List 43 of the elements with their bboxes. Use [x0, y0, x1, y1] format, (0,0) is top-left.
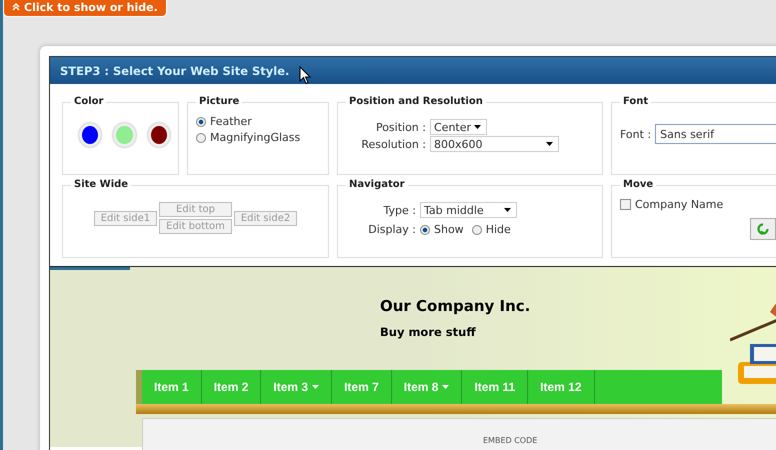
- radio-label: MagnifyingGlass: [210, 131, 300, 144]
- group-legend: Picture: [196, 96, 242, 107]
- caret-icon: [474, 125, 481, 129]
- field-label: Position :: [374, 120, 426, 134]
- dropdown[interactable]: Center: [430, 119, 487, 135]
- radio-button[interactable]: [196, 132, 206, 142]
- step-title: STEP3 : Select Your Web Site Style.: [60, 64, 290, 78]
- caret-icon: [504, 208, 511, 212]
- radio-button[interactable]: [472, 224, 482, 234]
- dropdown[interactable]: Tab middle: [420, 202, 517, 218]
- refresh-button[interactable]: [750, 218, 776, 240]
- double-chevron-up-icon: [12, 3, 20, 11]
- mouse-pointer-icon: [299, 66, 312, 85]
- checkbox-label: Company Name: [635, 198, 724, 211]
- content-label: EMBED CODE: [483, 436, 538, 445]
- caret-icon: [312, 385, 320, 389]
- color-swatch[interactable]: [113, 123, 136, 147]
- group-legend: Font: [620, 96, 652, 107]
- font-input[interactable]: Sans serif: [655, 124, 776, 144]
- radio-label: Hide: [486, 223, 511, 236]
- color-swatch[interactable]: [79, 123, 102, 147]
- field-label: Type :: [382, 204, 416, 216]
- group-legend: Color: [71, 96, 106, 107]
- group-legend: Position and Resolution: [346, 96, 486, 107]
- group-legend: Move: [620, 179, 656, 190]
- radio-label: Show: [434, 223, 464, 236]
- field-label: Font :: [620, 128, 652, 140]
- slogan: Buy more stuff: [380, 325, 477, 339]
- refresh-icon: [756, 222, 770, 236]
- radio-label: Feather: [210, 115, 252, 128]
- company-name: Our Company Inc.: [380, 297, 532, 315]
- dropdown[interactable]: 800x600: [430, 136, 559, 152]
- checkbox[interactable]: [620, 199, 631, 210]
- field-label: Display :: [367, 223, 416, 236]
- caret-icon: [546, 142, 553, 146]
- radio-button[interactable]: [420, 224, 430, 234]
- color-swatch[interactable]: [148, 123, 170, 147]
- radio-button[interactable]: [196, 116, 206, 126]
- group-legend: Navigator: [346, 179, 408, 190]
- group-legend: Site Wide: [71, 179, 132, 190]
- toggle-button[interactable]: Click to show or hide.: [3, 0, 167, 17]
- caret-icon: [442, 385, 450, 389]
- field-label: Resolution :: [360, 138, 426, 150]
